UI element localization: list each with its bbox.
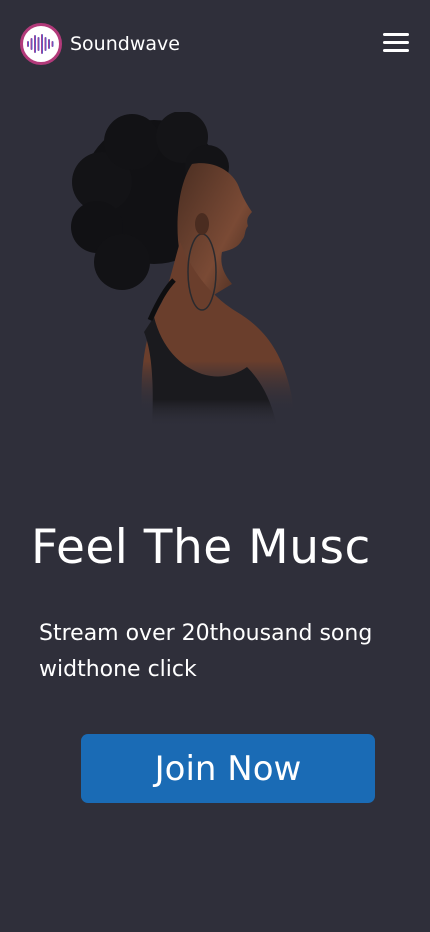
menu-line: [383, 41, 409, 44]
menu-line: [383, 33, 409, 36]
landing-page: Soundwave Feel The Musc Stream over 20th…: [0, 0, 430, 932]
soundwave-logo-icon: [20, 23, 62, 65]
brand-logo-link[interactable]: Soundwave: [20, 23, 180, 65]
menu-line: [383, 49, 409, 52]
header: Soundwave: [0, 0, 430, 88]
hero-title: Feel The Musc: [31, 520, 371, 575]
hamburger-menu-icon[interactable]: [381, 31, 413, 55]
brand-name: Soundwave: [70, 33, 180, 55]
woman-listening-music-photo: [62, 111, 307, 427]
hero-subtitle: Stream over 20thousand song widthone cli…: [39, 621, 373, 682]
join-now-button[interactable]: Join Now: [81, 734, 375, 803]
